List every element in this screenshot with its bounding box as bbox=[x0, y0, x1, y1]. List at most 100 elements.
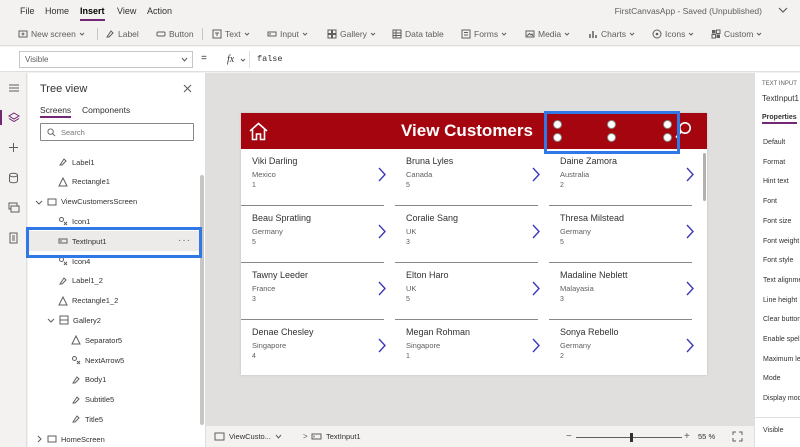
gallery-item[interactable]: Viki Darling Mexico 1 bbox=[241, 149, 396, 206]
input-button[interactable]: Input bbox=[267, 27, 308, 41]
resize-handle[interactable] bbox=[607, 120, 616, 129]
gallery-item[interactable]: Elton Haro UK 5 bbox=[395, 263, 550, 320]
tree-item[interactable]: HomeScreen bbox=[28, 429, 200, 447]
tree-item[interactable]: Title5 bbox=[28, 409, 200, 429]
gallery-item[interactable]: Daine Zamora Australia 2 bbox=[549, 149, 704, 206]
zoom-out-button[interactable]: − bbox=[566, 431, 572, 442]
property-item[interactable]: Default bbox=[763, 139, 785, 146]
close-icon[interactable] bbox=[182, 83, 193, 94]
media-rail-button[interactable] bbox=[5, 199, 22, 216]
control-breadcrumb[interactable]: TextInput1 bbox=[311, 432, 361, 441]
home-icon[interactable] bbox=[248, 121, 269, 142]
property-item[interactable]: Mode bbox=[763, 375, 781, 382]
chevron-right-icon[interactable] bbox=[35, 435, 43, 443]
property-item[interactable]: Display mode bbox=[763, 395, 800, 402]
next-arrow-icon[interactable] bbox=[377, 280, 387, 297]
chevron-down-icon[interactable] bbox=[776, 3, 790, 17]
tree-view-rail-button[interactable] bbox=[0, 109, 22, 126]
property-item[interactable]: Format bbox=[763, 159, 785, 166]
menu-action[interactable]: Action bbox=[147, 6, 172, 16]
charts-button[interactable]: Charts bbox=[588, 27, 635, 41]
menu-file[interactable]: File bbox=[20, 6, 35, 16]
tree-item[interactable]: Gallery2 bbox=[28, 310, 200, 330]
data-table-button[interactable]: Data table bbox=[392, 27, 444, 41]
formula-input[interactable]: false bbox=[257, 54, 283, 64]
media-button[interactable]: Media bbox=[525, 27, 570, 41]
tree-item[interactable]: Subtitle5 bbox=[28, 390, 200, 410]
gallery-item[interactable]: Tawny Leeder France 3 bbox=[241, 263, 396, 320]
control-name[interactable]: TextInput1 bbox=[762, 94, 799, 103]
gallery-item[interactable]: Bruna Lyles Canada 5 bbox=[395, 149, 550, 206]
property-dropdown[interactable]: Visible bbox=[19, 51, 193, 68]
resize-handle[interactable] bbox=[553, 133, 562, 142]
gallery-button[interactable]: Gallery bbox=[327, 27, 376, 41]
resize-handle[interactable] bbox=[663, 133, 672, 142]
next-arrow-icon[interactable] bbox=[685, 223, 695, 240]
gallery-item[interactable]: Denae Chesley Singapore 4 bbox=[241, 320, 396, 375]
zoom-in-button[interactable]: + bbox=[684, 431, 690, 442]
property-item[interactable]: Enable spell check bbox=[763, 336, 800, 343]
gallery-item[interactable]: Megan Rohman Singapore 1 bbox=[395, 320, 550, 375]
icons-button[interactable]: Icons bbox=[652, 27, 694, 41]
next-arrow-icon[interactable] bbox=[377, 166, 387, 183]
gallery-item[interactable]: Madaline Neblett Malayasia 3 bbox=[549, 263, 704, 320]
screen-breadcrumb[interactable]: ViewCusto... bbox=[214, 432, 282, 441]
new-screen-button[interactable]: New screen bbox=[18, 27, 85, 41]
property-item[interactable]: Font size bbox=[763, 218, 791, 225]
tree-item[interactable]: Label1 bbox=[28, 152, 200, 172]
property-item[interactable]: Font bbox=[763, 198, 777, 205]
gallery-item[interactable]: Coralie Sang UK 3 bbox=[395, 206, 550, 263]
gallery-item[interactable]: Thresa Milstead Germany 5 bbox=[549, 206, 704, 263]
menu-home[interactable]: Home bbox=[45, 6, 69, 16]
next-arrow-icon[interactable] bbox=[531, 280, 541, 297]
gallery-item[interactable]: Sonya Rebello Germany 2 bbox=[549, 320, 704, 375]
gallery-item[interactable]: Beau Spratling Germany 5 bbox=[241, 206, 396, 263]
next-arrow-icon[interactable] bbox=[531, 337, 541, 354]
chevron-down-icon[interactable] bbox=[47, 316, 55, 324]
menu-toggle-button[interactable] bbox=[5, 79, 22, 96]
fit-to-window-icon[interactable] bbox=[732, 431, 743, 442]
tree-item[interactable]: Rectangle1_2 bbox=[28, 291, 200, 311]
forms-button[interactable]: Forms bbox=[461, 27, 507, 41]
tab-components[interactable]: Components bbox=[82, 105, 130, 115]
next-arrow-icon[interactable] bbox=[531, 166, 541, 183]
zoom-slider-thumb[interactable] bbox=[630, 433, 634, 442]
resize-handle[interactable] bbox=[553, 120, 562, 129]
screen-title[interactable]: View Customers bbox=[401, 121, 533, 141]
property-item[interactable]: Text alignment bbox=[763, 277, 800, 284]
tree-item[interactable]: Separator5 bbox=[28, 330, 200, 350]
zoom-slider[interactable] bbox=[576, 437, 682, 438]
menu-view[interactable]: View bbox=[117, 6, 136, 16]
resize-handle[interactable] bbox=[663, 120, 672, 129]
property-item[interactable]: Line height bbox=[763, 297, 797, 304]
property-item[interactable]: Visible bbox=[763, 427, 784, 434]
next-arrow-icon[interactable] bbox=[685, 337, 695, 354]
chevron-down-icon[interactable] bbox=[35, 198, 43, 206]
custom-button[interactable]: Custom bbox=[711, 27, 762, 41]
property-item[interactable]: Maximum length bbox=[763, 356, 800, 363]
fx-button[interactable]: fx bbox=[222, 51, 250, 68]
property-item[interactable]: Hint text bbox=[763, 178, 789, 185]
tree-item[interactable]: Label1_2 bbox=[28, 271, 200, 291]
tree-search-input[interactable] bbox=[61, 126, 189, 138]
resize-handle[interactable] bbox=[607, 133, 616, 142]
tab-screens[interactable]: Screens bbox=[40, 105, 72, 118]
tree-item[interactable]: Body1 bbox=[28, 370, 200, 390]
tree-item[interactable]: NextArrow5 bbox=[28, 350, 200, 370]
advanced-tools-rail-button[interactable] bbox=[5, 229, 22, 246]
property-item[interactable]: Clear button bbox=[763, 316, 800, 323]
button-button[interactable]: Button bbox=[156, 27, 194, 41]
next-arrow-icon[interactable] bbox=[377, 337, 387, 354]
property-item[interactable]: Font weight bbox=[763, 238, 799, 245]
customer-gallery[interactable]: Viki Darling Mexico 1 Bruna Lyles Canada 5 Dai… bbox=[241, 149, 707, 375]
next-arrow-icon[interactable] bbox=[685, 280, 695, 297]
text-button[interactable]: Text bbox=[212, 27, 250, 41]
next-arrow-icon[interactable] bbox=[531, 223, 541, 240]
next-arrow-icon[interactable] bbox=[377, 223, 387, 240]
insert-rail-button[interactable] bbox=[5, 139, 22, 156]
property-item[interactable]: Font style bbox=[763, 257, 793, 264]
label-button[interactable]: Label bbox=[105, 27, 139, 41]
tree-scrollbar[interactable] bbox=[200, 175, 204, 425]
tree-item[interactable]: ViewCustomersScreen bbox=[28, 192, 200, 212]
tree-item[interactable]: Rectangle1 bbox=[28, 172, 200, 192]
